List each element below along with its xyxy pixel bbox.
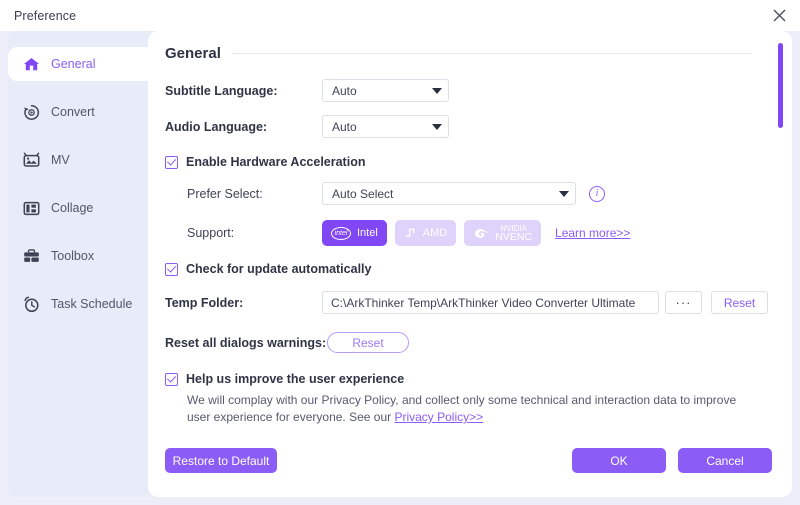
prefer-select-dropdown[interactable]: Auto Select (322, 182, 576, 205)
amd-logo-icon (404, 227, 416, 239)
support-badge-intel[interactable]: intel Intel (322, 220, 387, 246)
header-divider (232, 53, 752, 54)
chevron-down-icon (432, 123, 442, 130)
sidebar: General Convert MV Collage Toolbox Task … (8, 31, 164, 497)
intel-logo-icon: intel (331, 226, 351, 240)
temp-folder-reset-button[interactable]: Reset (711, 291, 768, 314)
sidebar-item-convert[interactable]: Convert (8, 95, 156, 129)
reset-dialogs-row: Reset all dialogs warnings: Reset (165, 332, 772, 353)
browse-button[interactable]: ··· (665, 291, 702, 314)
toolbox-icon (22, 247, 41, 266)
prefer-select-value: Auto Select (332, 186, 394, 201)
check-update-row[interactable]: Check for update automatically (165, 262, 772, 276)
support-label: Support: (187, 226, 235, 240)
title-bar: Preference (0, 0, 800, 31)
subtitle-language-value: Auto (332, 83, 357, 98)
cancel-button[interactable]: Cancel (678, 448, 772, 473)
home-icon (22, 55, 41, 74)
improve-experience-checkbox[interactable] (165, 372, 178, 386)
task-schedule-icon (22, 295, 41, 314)
enable-hardware-acceleration-row[interactable]: Enable Hardware Acceleration (165, 155, 772, 169)
chevron-down-icon (559, 190, 569, 197)
sidebar-item-label: Collage (51, 201, 94, 215)
ok-button[interactable]: OK (572, 448, 666, 473)
main-panel: General Subtitle Language: Auto Audio La… (148, 31, 792, 497)
check-update-checkbox[interactable] (165, 262, 178, 276)
privacy-policy-link[interactable]: Privacy Policy>> (394, 410, 483, 424)
audio-language-value: Auto (332, 119, 357, 134)
page-title: General (165, 45, 221, 62)
audio-language-select[interactable]: Auto (322, 115, 449, 138)
sidebar-item-mv[interactable]: MV (8, 143, 156, 177)
temp-folder-input[interactable]: C:\ArkThinker Temp\ArkThinker Video Conv… (322, 291, 659, 314)
collage-icon (22, 199, 41, 218)
chevron-down-icon (432, 87, 442, 94)
sidebar-item-label: General (51, 57, 96, 71)
audio-language-row: Audio Language: Auto (165, 115, 772, 138)
sidebar-item-task-schedule[interactable]: Task Schedule (8, 287, 156, 321)
prefer-select-label: Prefer Select: (187, 186, 263, 201)
enable-hardware-acceleration-checkbox[interactable] (165, 155, 178, 169)
close-icon[interactable] (766, 3, 792, 28)
scrollbar-thumb[interactable] (778, 43, 783, 128)
subtitle-language-label: Subtitle Language: (165, 83, 278, 98)
sidebar-item-collage[interactable]: Collage (8, 191, 156, 225)
convert-icon (22, 103, 41, 122)
sidebar-item-label: Task Schedule (51, 297, 133, 311)
support-badge-amd[interactable]: AMD (394, 220, 457, 246)
subtitle-language-row: Subtitle Language: Auto (165, 79, 772, 102)
temp-folder-row: Temp Folder: C:\ArkThinker Temp\ArkThink… (165, 291, 772, 314)
sidebar-item-label: Convert (51, 105, 95, 119)
restore-to-default-button[interactable]: Restore to Default (165, 448, 277, 473)
reset-dialogs-button[interactable]: Reset (327, 332, 409, 353)
check-update-label: Check for update automatically (186, 262, 372, 276)
temp-folder-value: C:\ArkThinker Temp\ArkThinker Video Conv… (331, 295, 636, 310)
sidebar-item-toolbox[interactable]: Toolbox (8, 239, 156, 273)
improve-experience-label: Help us improve the user experience (186, 372, 405, 386)
scrollbar-track[interactable] (778, 43, 783, 483)
sidebar-item-label: MV (51, 153, 70, 167)
support-badge-label: AMD (422, 227, 448, 239)
window-title: Preference (14, 8, 77, 23)
sidebar-item-label: Toolbox (51, 249, 95, 263)
nvidia-line2: NVENC (495, 231, 533, 243)
support-badge-label: Intel (357, 227, 378, 239)
support-row: Support: intel Intel AMD NVIDIA NVENC Le… (165, 220, 772, 246)
improve-experience-row[interactable]: Help us improve the user experience (165, 372, 772, 386)
nvidia-logo-icon (473, 227, 490, 240)
info-icon[interactable]: i (589, 185, 605, 202)
section-header: General (165, 45, 772, 62)
temp-folder-label: Temp Folder: (165, 295, 244, 310)
enable-hardware-acceleration-label: Enable Hardware Acceleration (186, 155, 366, 169)
dialog-footer: Restore to Default OK Cancel (165, 448, 772, 473)
reset-dialogs-label: Reset all dialogs warnings: (165, 335, 327, 350)
prefer-select-row: Prefer Select: Auto Select i (165, 182, 772, 205)
audio-language-label: Audio Language: (165, 119, 268, 134)
support-badge-nvenc[interactable]: NVIDIA NVENC (464, 220, 542, 246)
learn-more-link[interactable]: Learn more>> (555, 226, 630, 240)
subtitle-language-select[interactable]: Auto (322, 79, 449, 102)
mv-icon (22, 151, 41, 170)
privacy-description: We will complay with our Privacy Policy,… (165, 392, 743, 426)
support-badge-label: NVIDIA NVENC (495, 224, 532, 242)
sidebar-item-general[interactable]: General (8, 47, 164, 81)
